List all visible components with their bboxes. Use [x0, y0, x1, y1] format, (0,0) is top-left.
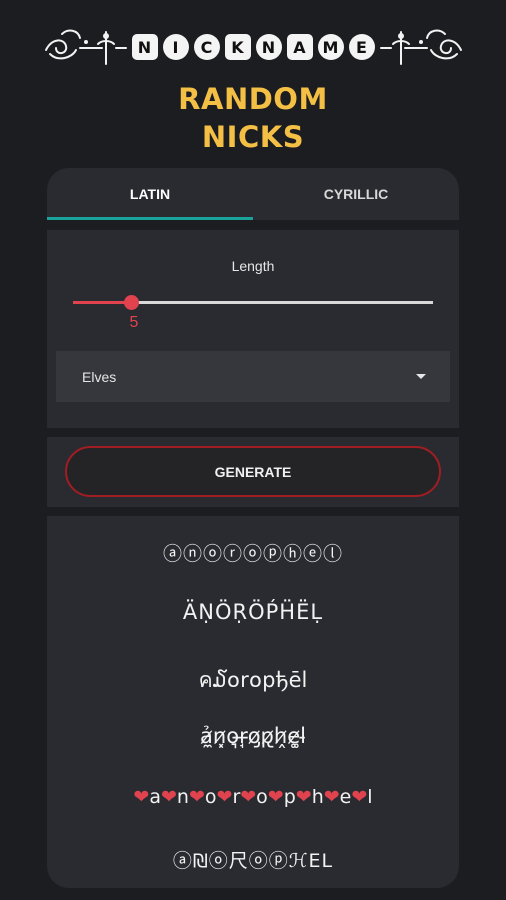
slider-thumb[interactable]: [123, 295, 139, 310]
nickname-letter-tiles: N I C K N A M E: [131, 34, 375, 60]
letter-tile: N: [255, 34, 282, 60]
race-selected-value: Elves: [82, 368, 117, 385]
settings-panel: Length 5 Elves: [47, 230, 459, 428]
letter-tile: A: [286, 34, 313, 60]
length-slider[interactable]: [73, 295, 433, 310]
generate-button[interactable]: GENERATE: [65, 446, 441, 497]
letter-tile: N: [131, 34, 158, 60]
result-nickname[interactable]: ค໓໐r໐pђēl: [47, 664, 459, 697]
generate-panel: GENERATE: [47, 437, 459, 507]
length-value: 5: [129, 314, 139, 331]
flourish-ornament-icon: [44, 29, 127, 65]
page-title: RANDOM NICKS: [0, 80, 506, 156]
title-line-2: NICKS: [201, 120, 305, 154]
letter-tile: C: [193, 34, 220, 60]
tab-cyrillic[interactable]: CYRILLIC: [253, 168, 459, 220]
length-label: Length: [231, 258, 275, 274]
letter-tile: E: [348, 34, 375, 60]
alphabet-tabs: LATIN CYRILLIC: [47, 168, 459, 220]
flourish-ornament-icon: [379, 29, 462, 65]
race-dropdown[interactable]: Elves: [56, 351, 450, 402]
slider-fill: [73, 301, 131, 304]
letter-tile: K: [224, 34, 251, 60]
result-nickname[interactable]: ả̷̼n̷͓o̵͉r̶̘o̷̡p̷̢h̷̭e̷͚l̵: [47, 724, 459, 748]
title-line-1: RANDOM: [178, 82, 328, 116]
tab-latin[interactable]: LATIN: [47, 168, 253, 220]
letter-tile: M: [317, 34, 344, 60]
result-nickname[interactable]: ⓐ₪ⓞ尺ⓞⓟℋEL: [47, 846, 459, 873]
results-list: ⓐⓝⓞⓡⓞⓟⓗⓔⓛ ÄṆÖṚÖṔḦËḶ ค໓໐r໐pђēl ả̷̼n̷͓o̵͉r…: [47, 516, 459, 888]
result-nickname[interactable]: ❤a❤n❤o❤r❤o❤p❤h❤e❤l: [47, 786, 459, 808]
chevron-down-icon: [416, 374, 426, 379]
result-nickname[interactable]: ⓐⓝⓞⓡⓞⓟⓗⓔⓛ: [47, 539, 459, 566]
app-header: N I C K N A M E: [0, 22, 506, 72]
result-nickname[interactable]: ÄṆÖṚÖṔḦËḶ: [47, 600, 459, 624]
letter-tile: I: [162, 34, 189, 60]
